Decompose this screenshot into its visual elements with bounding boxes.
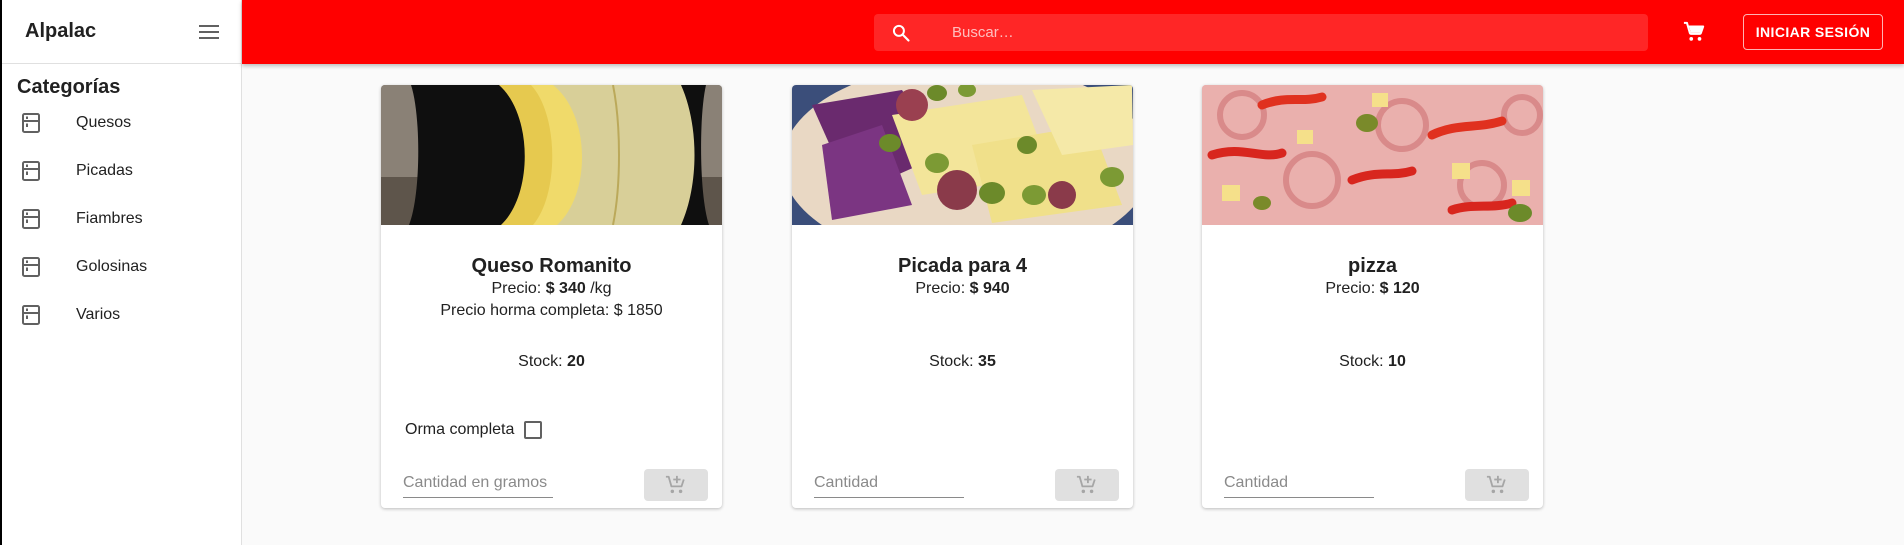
whole-piece-option[interactable]: Orma completa (405, 421, 543, 439)
cart-button[interactable] (1680, 18, 1708, 46)
category-list: Quesos Picadas Fiambres Golosinas Varios (2, 99, 241, 339)
stock-line: Stock: 20 (381, 353, 722, 371)
add-to-cart-button[interactable] (1465, 469, 1529, 501)
quantity-input[interactable] (1224, 468, 1374, 498)
price-label: Precio: (915, 280, 970, 297)
whole-piece-checkbox[interactable] (524, 421, 543, 439)
product-info: pizza Precio: $ 120 (1202, 254, 1543, 300)
stock-label: Stock: (518, 353, 568, 370)
stock-value: 10 (1388, 353, 1406, 370)
sidebar-item-label: Picadas (76, 162, 133, 179)
price-label: Precio: (491, 280, 546, 297)
price-value: $ 340 (545, 280, 586, 297)
price-label: Precio: (1325, 280, 1380, 297)
stock-label: Stock: (929, 353, 979, 370)
categories-title: Categorías (17, 76, 121, 98)
add-to-cart-button[interactable] (644, 469, 708, 501)
price-line: Precio: $ 940 (792, 278, 1133, 300)
quantity-input[interactable] (814, 468, 964, 498)
stock-line: Stock: 35 (792, 353, 1133, 371)
sidebar-item-fiambres[interactable]: Fiambres (2, 195, 241, 243)
product-card: Queso Romanito Precio: $ 340 /kg Precio … (381, 85, 722, 508)
sidebar-item-label: Fiambres (76, 210, 143, 227)
sidebar-item-golosinas[interactable]: Golosinas (2, 243, 241, 291)
product-card: pizza Precio: $ 120 Stock: 10 (1202, 85, 1543, 508)
login-button[interactable]: INICIAR SESIÓN (1743, 14, 1883, 50)
price-value: $ 940 (969, 280, 1010, 297)
add-cart-icon (1076, 475, 1096, 494)
sidebar-item-quesos[interactable]: Quesos (2, 99, 241, 147)
fridge-icon (22, 305, 40, 325)
fridge-icon (22, 209, 40, 229)
stock-label: Stock: (1339, 353, 1389, 370)
sidebar-item-label: Quesos (76, 114, 132, 131)
sidebar: Alpalac Categorías Quesos Picadas Fiambr… (2, 0, 242, 545)
fridge-icon (22, 113, 40, 133)
price-line: Precio: $ 120 (1202, 278, 1543, 300)
search-bar (874, 14, 1648, 51)
add-cart-icon (1486, 475, 1506, 494)
fridge-icon (22, 161, 40, 181)
product-image (792, 85, 1133, 225)
brand-title: Alpalac (25, 20, 97, 42)
stock-value: 35 (978, 353, 996, 370)
price-value: $ 120 (1379, 280, 1420, 297)
sidebar-item-label: Varios (76, 306, 121, 323)
product-title: Queso Romanito (471, 255, 632, 277)
app-bar: INICIAR SESIÓN (242, 0, 1904, 64)
fridge-icon (22, 257, 40, 277)
add-cart-icon (665, 475, 685, 494)
product-info: Picada para 4 Precio: $ 940 (792, 254, 1133, 300)
search-icon (874, 23, 928, 43)
search-input[interactable] (928, 14, 1648, 51)
sidebar-header: Alpalac (2, 0, 241, 64)
price-unit: /kg (585, 280, 612, 297)
sidebar-item-varios[interactable]: Varios (2, 291, 241, 339)
add-to-cart-button[interactable] (1055, 469, 1119, 501)
product-image (381, 85, 722, 225)
whole-price-line: Precio horma completa: $ 1850 (440, 302, 663, 319)
product-title: Picada para 4 (898, 255, 1027, 277)
sidebar-item-label: Golosinas (76, 258, 148, 275)
product-info: Queso Romanito Precio: $ 340 /kg Precio … (381, 254, 722, 322)
price-line: Precio: $ 340 /kg (381, 278, 722, 300)
stock-value: 20 (567, 353, 585, 370)
cart-icon (1683, 21, 1705, 41)
product-image (1202, 85, 1543, 225)
product-title: pizza (1348, 255, 1397, 277)
menu-icon[interactable] (199, 24, 219, 39)
whole-piece-label: Orma completa (405, 421, 515, 438)
stock-line: Stock: 10 (1202, 353, 1543, 371)
quantity-input[interactable] (403, 468, 553, 498)
sidebar-item-picadas[interactable]: Picadas (2, 147, 241, 195)
product-card: Picada para 4 Precio: $ 940 Stock: 35 (792, 85, 1133, 508)
